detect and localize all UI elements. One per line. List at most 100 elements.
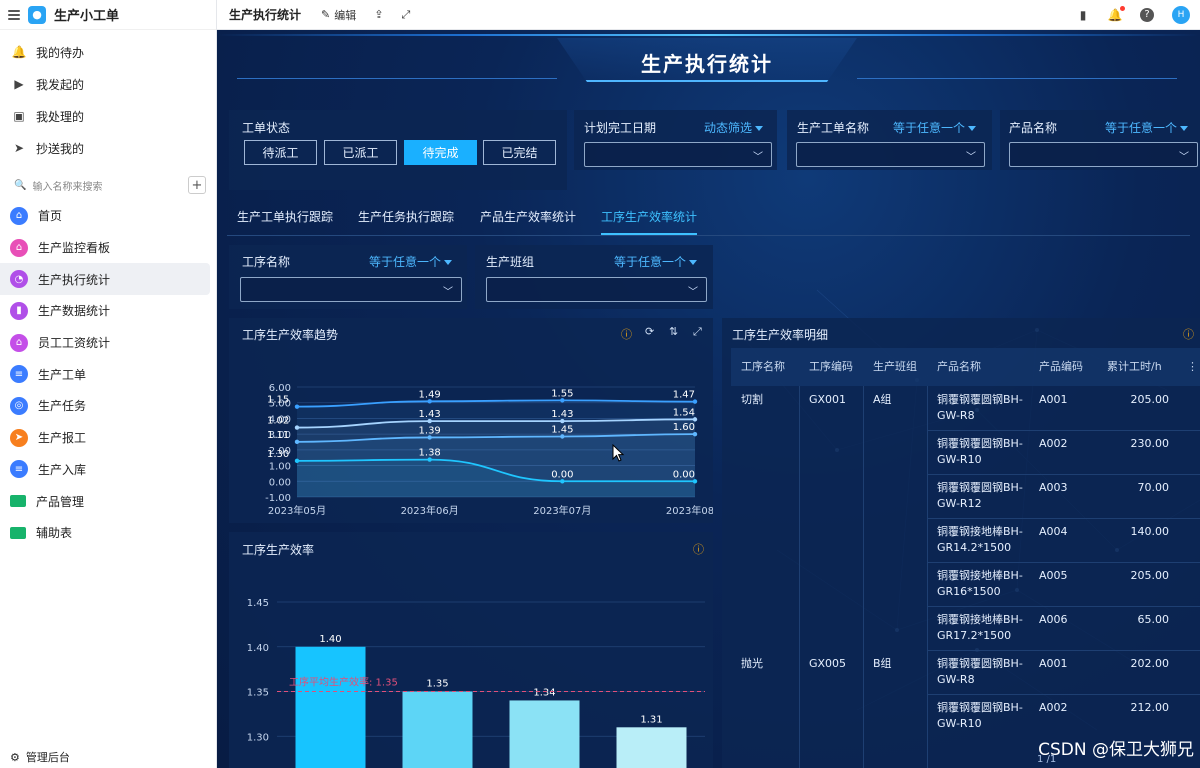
filter-mode-dropdown[interactable]: 等于任意一个 (614, 253, 698, 270)
data-label: 1.43 (551, 409, 573, 420)
upload-icon: ⇪ (374, 8, 384, 21)
process-name-select[interactable]: ﹀ (240, 277, 462, 302)
table-cell-hours: 205.00 (1130, 393, 1170, 406)
filter-mode-label: 等于任意一个 (1105, 121, 1178, 135)
sidebar-item-todo[interactable]: 🔔 我的待办 (0, 36, 216, 68)
x-tick-label: 2023年06月 (401, 504, 459, 517)
filter-mode-label: 动态筛选 (704, 121, 753, 135)
filter-mode-dropdown[interactable]: 动态筛选 (704, 119, 764, 136)
sidebar-nav-label: 生产监控看板 (38, 241, 111, 256)
sidebar-nav-item[interactable]: ◔ 生产执行统计 (0, 263, 210, 296)
y-tick-label: 0.00 (269, 477, 291, 488)
data-label: 1.38 (419, 448, 441, 459)
column-divider (927, 386, 928, 768)
sidebar-search[interactable]: 🔍 输入名称来搜索 + (0, 170, 216, 200)
sidebar-nav-item[interactable]: ≡ 生产工单 (0, 358, 210, 390)
dashboard-banner: 生产执行统计 (217, 30, 1200, 100)
document-icon: ≡ (10, 365, 28, 384)
filter-mode-dropdown[interactable]: 等于任意一个 (893, 119, 977, 136)
sidebar-nav-item[interactable]: ⌂ 生产监控看板 (0, 232, 210, 264)
dashboard-title: 生产执行统计 (641, 52, 773, 76)
status-button-dispatched[interactable]: 已派工 (324, 140, 397, 165)
filter-mode-dropdown[interactable]: 等于任意一个 (1105, 119, 1189, 136)
data-point (294, 425, 300, 430)
help-icon[interactable]: ? (1140, 7, 1154, 22)
data-point (294, 439, 300, 445)
data-label: 1.60 (673, 422, 695, 433)
notification-icon[interactable]: 🔔 (1108, 5, 1125, 22)
table-cell-product: 铜覆钢覆圆钢BH-GW-R8 (937, 393, 1023, 422)
book-icon[interactable]: ▮ (1076, 8, 1090, 22)
sidebar-nav-item[interactable]: ➤ 生产报工 (0, 422, 210, 454)
search-input[interactable]: 输入名称来搜索 (32, 178, 102, 193)
plan-date-select[interactable]: ﹀ (584, 142, 772, 167)
sidebar-item-label: 我的待办 (36, 45, 85, 60)
bell-icon: 🔔 (11, 45, 27, 59)
sidebar-item-initiated[interactable]: ▶ 我发起的 (0, 68, 216, 100)
data-label: 0.00 (673, 469, 695, 480)
avatar[interactable]: H (1172, 5, 1190, 24)
home-icon: ⌂ (10, 206, 28, 225)
notification-dot (1120, 5, 1125, 11)
table-cell-team: A组 (873, 393, 892, 406)
tab-order-tracking[interactable]: 生产工单执行跟踪 (237, 208, 333, 225)
x-tick-label: 2023年08月 (666, 504, 713, 517)
sidebar-nav-item[interactable]: ≡ 生产入库 (0, 454, 210, 486)
sidebar-nav-item[interactable]: ▮ 生产数据统计 (0, 295, 210, 327)
table-cell-product: 铜覆钢覆圆钢BH-GW-R12 (937, 481, 1023, 510)
filter-label: 生产班组 (486, 255, 535, 269)
document-icon: ≡ (10, 460, 28, 479)
status-button-pending-complete[interactable]: 待完成 (404, 140, 477, 165)
data-label: 1.47 (673, 390, 695, 401)
order-name-select[interactable]: ﹀ (796, 142, 985, 167)
filter-label: 计划完工日期 (584, 121, 657, 135)
folder-icon (10, 526, 26, 539)
tab-task-tracking[interactable]: 生产任务执行跟踪 (358, 208, 454, 225)
menu-toggle-icon[interactable] (8, 9, 20, 20)
bar (295, 646, 366, 768)
table-cell-product: 铜覆钢接地棒BH-GR17.2*1500 (937, 613, 1023, 642)
sidebar-item-handled[interactable]: ▣ 我处理的 (0, 100, 216, 132)
row-divider (927, 562, 1200, 563)
sidebar-nav-label: 生产任务 (38, 399, 87, 414)
row-divider (927, 650, 1200, 651)
table-cell-process: 切割 (741, 393, 763, 406)
row-divider (927, 430, 1200, 431)
sidebar-item-cc[interactable]: ➤ 抄送我的 (0, 132, 216, 164)
trend-line-chart: 6.005.004.003.002.001.000.00-1.002023年05… (265, 383, 713, 517)
team-select[interactable]: ﹀ (486, 277, 707, 302)
sidebar-nav-label: 生产数据统计 (38, 304, 111, 319)
table-cell-hours: 205.00 (1130, 569, 1170, 582)
column-settings-icon[interactable]: ⋮ (1187, 348, 1198, 386)
tab-process-efficiency[interactable]: 工序生产效率统计 (601, 208, 698, 235)
sidebar-nav-item[interactable]: ⌂ 员工工资统计 (0, 327, 210, 359)
tab-product-efficiency[interactable]: 产品生产效率统计 (480, 208, 576, 225)
data-label: 1.45 (551, 425, 573, 436)
data-label: 1.54 (673, 407, 695, 418)
column-divider (799, 386, 800, 768)
product-name-select[interactable]: ﹀ (1009, 142, 1198, 167)
table-cell-team: B组 (873, 657, 892, 670)
admin-link[interactable]: ⚙ 管理后台 (0, 746, 216, 768)
status-button-label: 已派工 (342, 146, 379, 160)
status-button-pending-dispatch[interactable]: 待派工 (244, 140, 317, 165)
fullscreen-button[interactable]: ⤢ (401, 8, 410, 22)
share-button[interactable]: ⇪ (374, 8, 383, 21)
filter-mode-dropdown[interactable]: 等于任意一个 (369, 253, 453, 270)
sidebar-nav-item[interactable]: ⌂ 首页 (0, 200, 210, 232)
sidebar-item-label: 我发起的 (36, 77, 85, 92)
status-filter-label: 工单状态 (242, 121, 291, 135)
table-cell-code: GX005 (809, 657, 847, 670)
sidebar-nav: ⌂ 首页 ⌂ 生产监控看板 ◔ 生产执行统计 ▮ 生产数据统计 ⌂ 员工工资统计 ≡ 生产工单 ◎ 生产任… (0, 200, 216, 549)
sidebar-nav-item[interactable]: 产品管理 (0, 485, 210, 517)
status-button-label: 待派工 (262, 146, 299, 160)
sidebar-nav-item[interactable]: ◎ 生产任务 (0, 390, 210, 422)
status-button-label: 已完结 (501, 146, 538, 160)
gear-icon: ⚙ (10, 750, 20, 764)
add-button[interactable]: + (188, 176, 206, 194)
status-button-completed[interactable]: 已完结 (483, 140, 556, 165)
reference-label: 工序平均生产效率: 1.35 (289, 676, 398, 689)
info-icon[interactable]: ⓘ (1183, 326, 1194, 342)
sidebar-nav-item[interactable]: 辅助表 (0, 517, 210, 549)
edit-button[interactable]: ✎ 编辑 (321, 7, 356, 23)
